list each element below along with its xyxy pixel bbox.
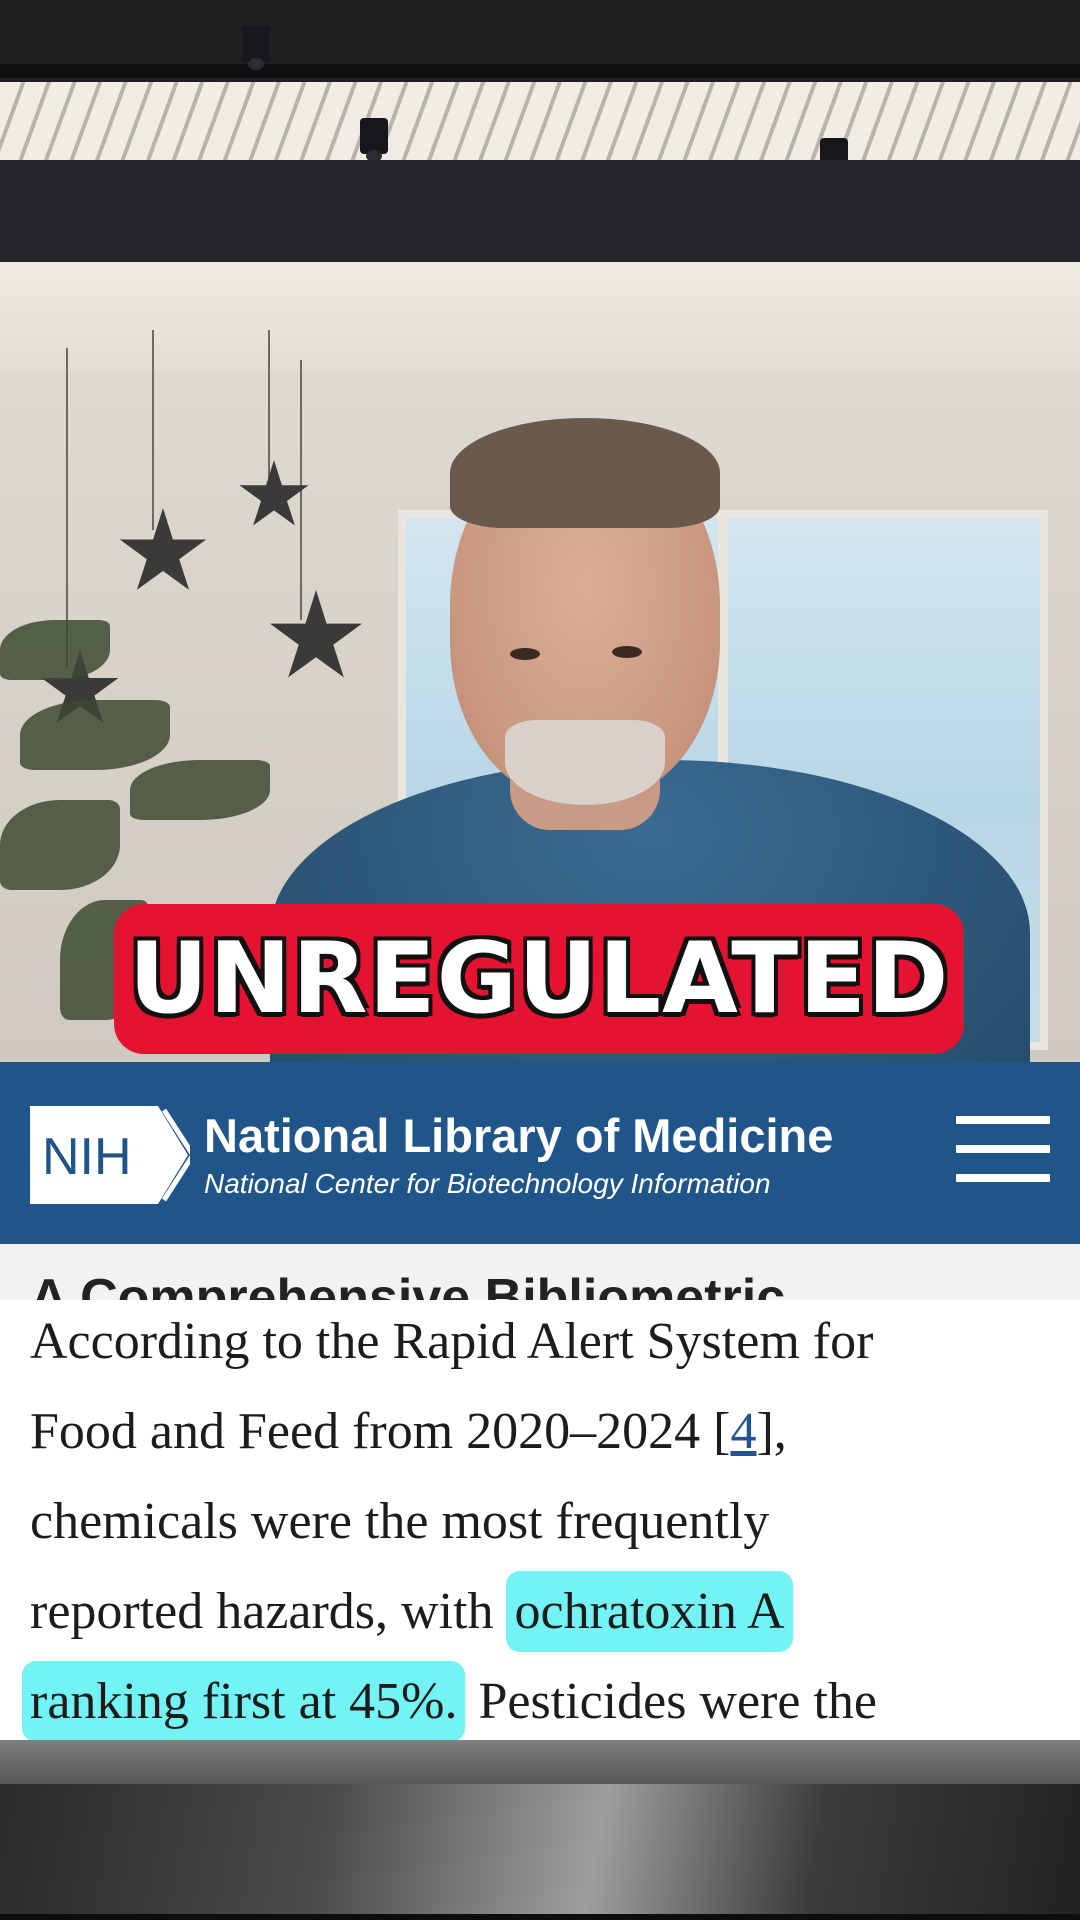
article-line: reported hazards, with ochratoxin A — [30, 1571, 793, 1652]
video-background — [0, 0, 1080, 1062]
article-text: reported hazards, with — [30, 1583, 507, 1640]
article-heading: A Comprehensive Bibliometric — [30, 1269, 786, 1300]
article-body: According to the Rapid Alert System for … — [0, 1300, 1080, 1742]
article-text: Pesticides were the — [465, 1673, 877, 1730]
site-subtitle: National Center for Biotechnology Inform… — [204, 1168, 771, 1199]
wall — [0, 262, 1080, 372]
menu-bar — [956, 1174, 1050, 1182]
reference-link[interactable]: 4 — [730, 1403, 756, 1460]
nih-logo-icon[interactable]: NIH — [30, 1106, 190, 1204]
article-line: chemicals were the most frequently — [30, 1493, 770, 1550]
article-line: According to the Rapid Alert System for — [30, 1313, 874, 1370]
person-hair — [450, 418, 720, 528]
article-text: ], — [756, 1403, 787, 1460]
person-beard — [505, 720, 665, 805]
star-ornament — [269, 590, 363, 678]
caption-banner: UNREGULATED — [114, 904, 964, 1054]
site-title[interactable]: National Library of Medicine — [204, 1108, 833, 1163]
spotlight — [360, 118, 388, 162]
article-line: ranking first at 45%. Pesticides were th… — [22, 1661, 877, 1742]
eye — [612, 646, 642, 658]
ornament-string — [152, 330, 154, 530]
nih-logo-text: NIH — [42, 1128, 132, 1186]
eye — [510, 648, 540, 660]
plant — [0, 620, 110, 680]
article-heading-strip: A Comprehensive Bibliometric — [0, 1244, 1080, 1300]
plant — [130, 760, 270, 820]
article-text: Food and Feed from 2020–2024 [ — [30, 1403, 731, 1460]
ornament-string — [268, 330, 270, 480]
highlighted-text: ochratoxin A — [506, 1571, 793, 1652]
spotlight — [242, 26, 270, 70]
plant — [20, 700, 170, 770]
screenshot-shadow — [0, 1740, 1080, 1784]
menu-bar — [956, 1116, 1050, 1124]
caption-text: UNREGULATED — [128, 922, 950, 1036]
ceiling-beam — [0, 160, 1080, 262]
article-line: Food and Feed from 2020–2024 [4], — [30, 1402, 787, 1461]
hamburger-menu-icon[interactable] — [956, 1116, 1050, 1182]
highlighted-text: ranking first at 45%. — [22, 1661, 466, 1742]
star-ornament — [119, 508, 207, 590]
ceiling-slats — [0, 82, 1080, 168]
plant — [0, 800, 120, 890]
menu-bar — [956, 1145, 1050, 1153]
video-bottom — [0, 1784, 1080, 1920]
light-track — [0, 64, 1080, 78]
